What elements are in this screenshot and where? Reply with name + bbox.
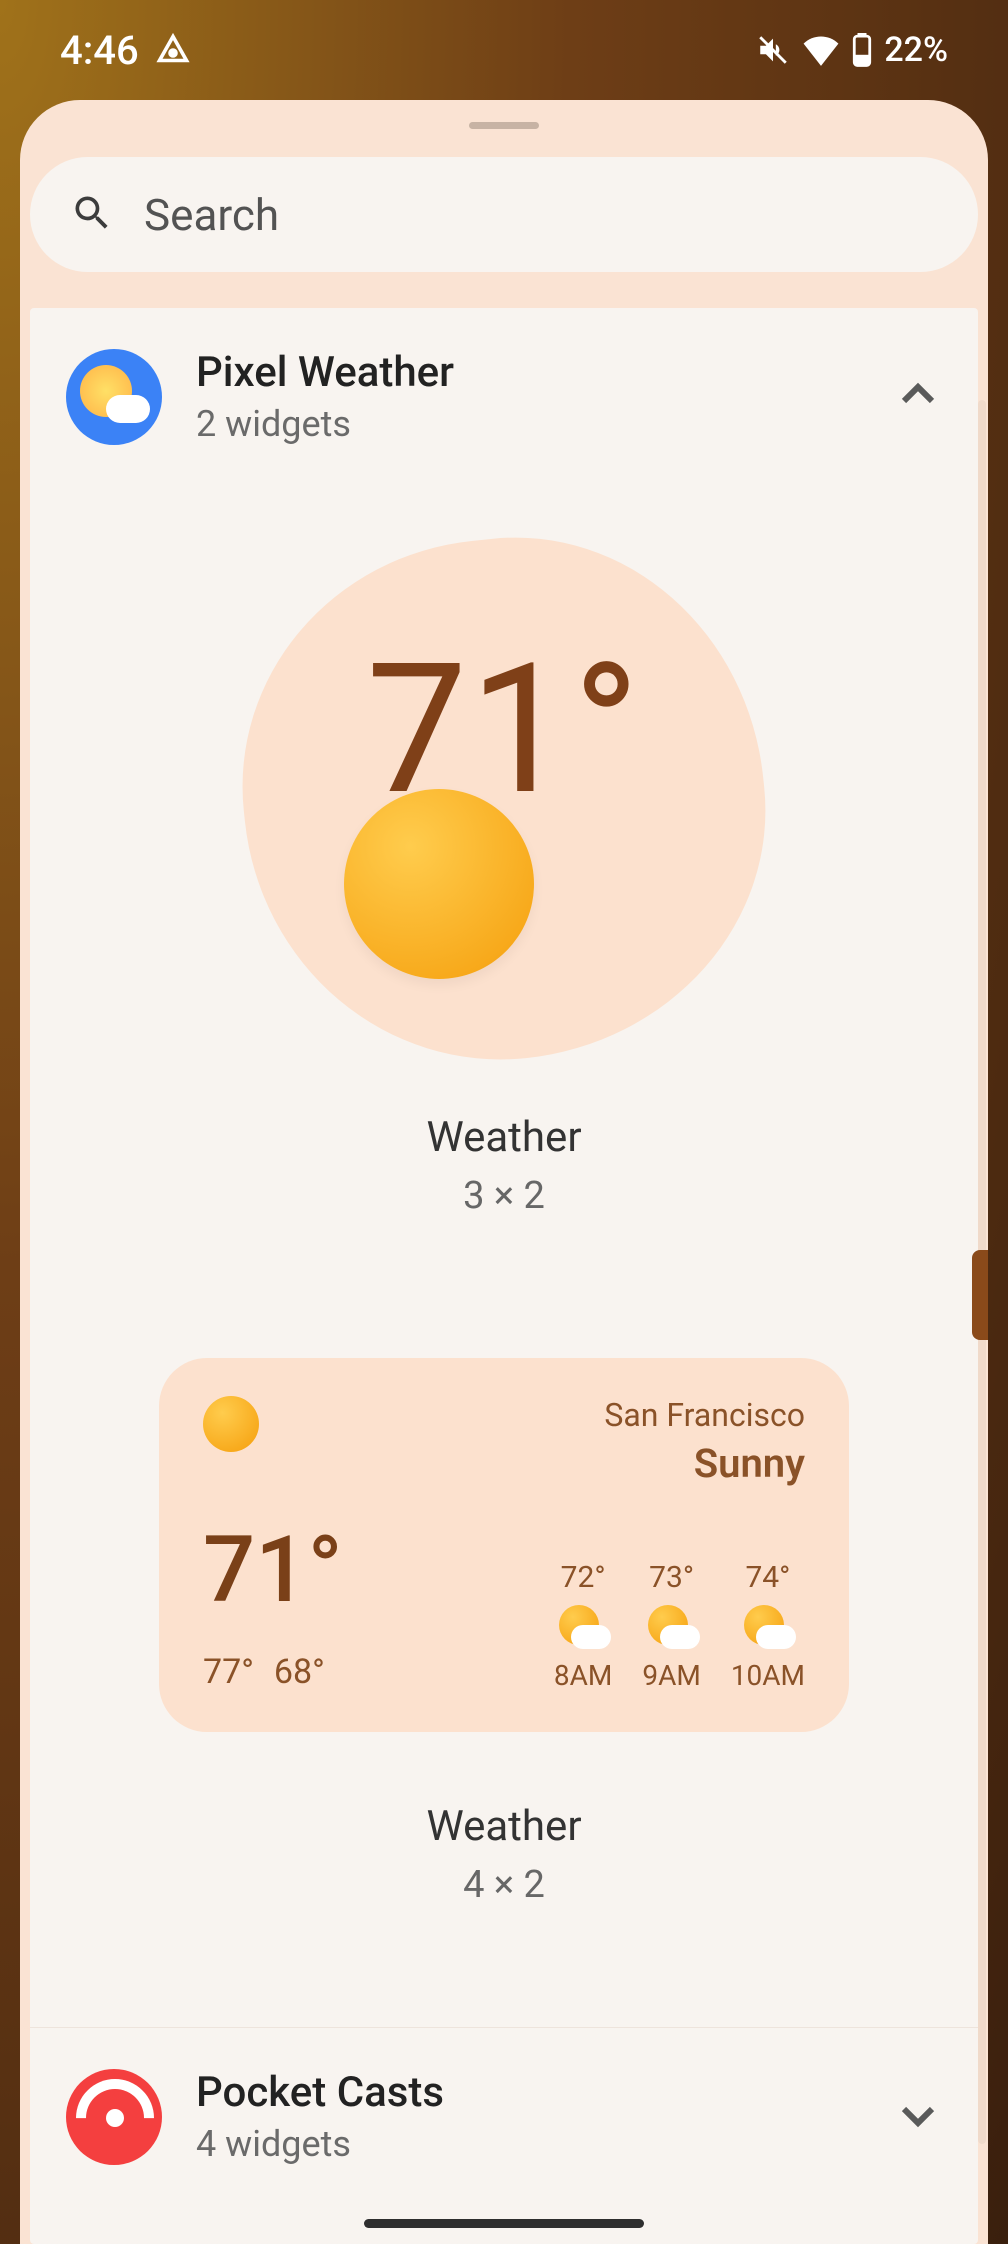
section-header-pixel-weather[interactable]: Pixel Weather 2 widgets [30,308,978,469]
wellbeing-icon [155,32,191,68]
weather-widget-preview-3x2[interactable]: 71° [244,539,764,1059]
battery-icon [852,33,872,67]
hour-forecast-item: 73° 9AM [642,1560,700,1692]
widget2-condition: Sunny [604,1440,805,1487]
sun-icon [203,1396,259,1452]
chevron-down-icon [894,2091,942,2143]
hourly-forecast: 72° 8AM 73° 9AM 74° 10AM [554,1560,805,1692]
widget-picker-sheet: Search Pixel Weather 2 widgets 71° Weath… [20,100,988,2244]
sun-icon [344,789,534,979]
widget2-low: 68° [274,1652,325,1692]
hour-time: 10AM [731,1659,805,1692]
section-subtitle: 2 widgets [196,403,860,445]
battery-percent: 22% [884,30,948,70]
widget2-dimensions: 4 × 2 [30,1863,978,1907]
partly-cloudy-icon [644,1605,700,1649]
status-time: 4:46 [60,27,139,74]
hour-forecast-item: 74° 10AM [731,1560,805,1692]
hour-temp: 73° [649,1560,694,1595]
pocket-casts-app-icon [66,2069,162,2165]
widget2-temperature: 71° [203,1517,343,1624]
mute-icon [756,33,790,67]
pixel-weather-app-icon [66,349,162,445]
section-subtitle: 4 widgets [196,2123,860,2165]
search-box[interactable]: Search [30,157,978,272]
hour-forecast-item: 72° 8AM [554,1560,612,1692]
section-title: Pocket Casts [196,2068,860,2117]
scrollbar-thumb[interactable] [972,1250,988,1340]
search-icon [70,191,114,239]
widget2-high: 77° [203,1652,254,1692]
section-header-pocket-casts[interactable]: Pocket Casts 4 widgets [30,2027,978,2189]
widget2-name: Weather [30,1802,978,1851]
status-bar: 4:46 22% [0,0,1008,100]
partly-cloudy-icon [555,1605,611,1649]
widget1-name: Weather [30,1113,978,1162]
drag-handle[interactable] [469,122,539,129]
weather-widget-preview-4x2[interactable]: San Francisco Sunny 71° 77° 68° 72° [159,1358,849,1732]
gesture-nav-bar[interactable] [364,2219,644,2228]
widget-list[interactable]: Pixel Weather 2 widgets 71° Weather 3 × … [30,308,978,2244]
chevron-up-icon [894,371,942,423]
section-title: Pixel Weather [196,348,860,397]
partly-cloudy-icon [740,1605,796,1649]
widget2-city: San Francisco [604,1396,805,1434]
hour-time: 9AM [642,1659,700,1692]
hour-time: 8AM [554,1659,612,1692]
wifi-icon [802,34,840,66]
search-placeholder: Search [144,189,279,241]
widget1-dimensions: 3 × 2 [30,1174,978,1218]
hour-temp: 72° [561,1560,606,1595]
hour-temp: 74° [745,1560,790,1595]
